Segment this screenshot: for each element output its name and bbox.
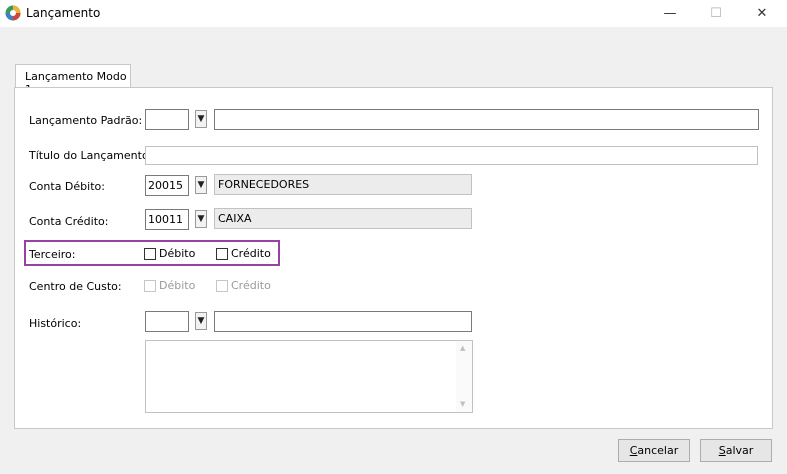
conta-credito-label: Conta Crédito:: [29, 215, 109, 228]
conta-debito-code-input[interactable]: 20015: [145, 175, 189, 196]
centro-custo-label: Centro de Custo:: [29, 280, 122, 293]
centro-custo-debito-checkbox[interactable]: [144, 280, 156, 292]
centro-custo-credito-checkbox[interactable]: [216, 280, 228, 292]
historico-text-area[interactable]: ▲ ▼: [145, 340, 473, 413]
centro-custo-credito-label: Crédito: [231, 279, 271, 292]
memo-scrollbar[interactable]: ▲ ▼: [456, 341, 472, 412]
conta-debito-label: Conta Débito:: [29, 180, 105, 193]
conta-credito-dropdown-button[interactable]: ▼: [195, 210, 207, 228]
conta-credito-code-input[interactable]: 10011: [145, 209, 189, 230]
lancamento-padrao-dropdown-button[interactable]: ▼: [195, 110, 207, 128]
historico-description-input[interactable]: [214, 311, 472, 332]
cancel-button[interactable]: Cancelar: [618, 439, 690, 462]
save-button[interactable]: Salvar: [700, 439, 772, 462]
app-logo-icon: [5, 5, 21, 21]
scroll-down-arrow-icon[interactable]: ▼: [460, 400, 465, 408]
terceiro-credito-label[interactable]: Crédito: [231, 247, 271, 260]
lancamento-padrao-label: Lançamento Padrão:: [29, 114, 143, 127]
centro-custo-debito-label: Débito: [159, 279, 196, 292]
conta-credito-description-field: CAIXA: [214, 208, 472, 229]
titulo-lancamento-input[interactable]: [145, 146, 758, 165]
scroll-up-arrow-icon[interactable]: ▲: [460, 344, 465, 352]
historico-code-input[interactable]: [145, 311, 189, 332]
tab-lancamento-modo-1[interactable]: Lançamento Modo 1: [15, 64, 131, 96]
terceiro-debito-label[interactable]: Débito: [159, 247, 195, 260]
minimize-button[interactable]: —: [647, 0, 693, 27]
conta-debito-description-field: FORNECEDORES: [214, 174, 472, 195]
terceiro-debito-checkbox[interactable]: [144, 248, 156, 260]
terceiro-label: Terceiro:: [29, 248, 76, 261]
lancamento-padrao-description-input[interactable]: [214, 109, 759, 130]
maximize-button[interactable]: ☐: [693, 0, 739, 27]
conta-debito-dropdown-button[interactable]: ▼: [195, 176, 207, 194]
titulo-lancamento-label: Título do Lançamento:: [29, 149, 153, 162]
historico-dropdown-button[interactable]: ▼: [195, 312, 207, 330]
lancamento-padrao-code-input[interactable]: [145, 109, 189, 130]
window-title: Lançamento: [26, 6, 101, 20]
terceiro-credito-checkbox[interactable]: [216, 248, 228, 260]
historico-label: Histórico:: [29, 317, 82, 330]
close-button[interactable]: ✕: [739, 0, 785, 27]
